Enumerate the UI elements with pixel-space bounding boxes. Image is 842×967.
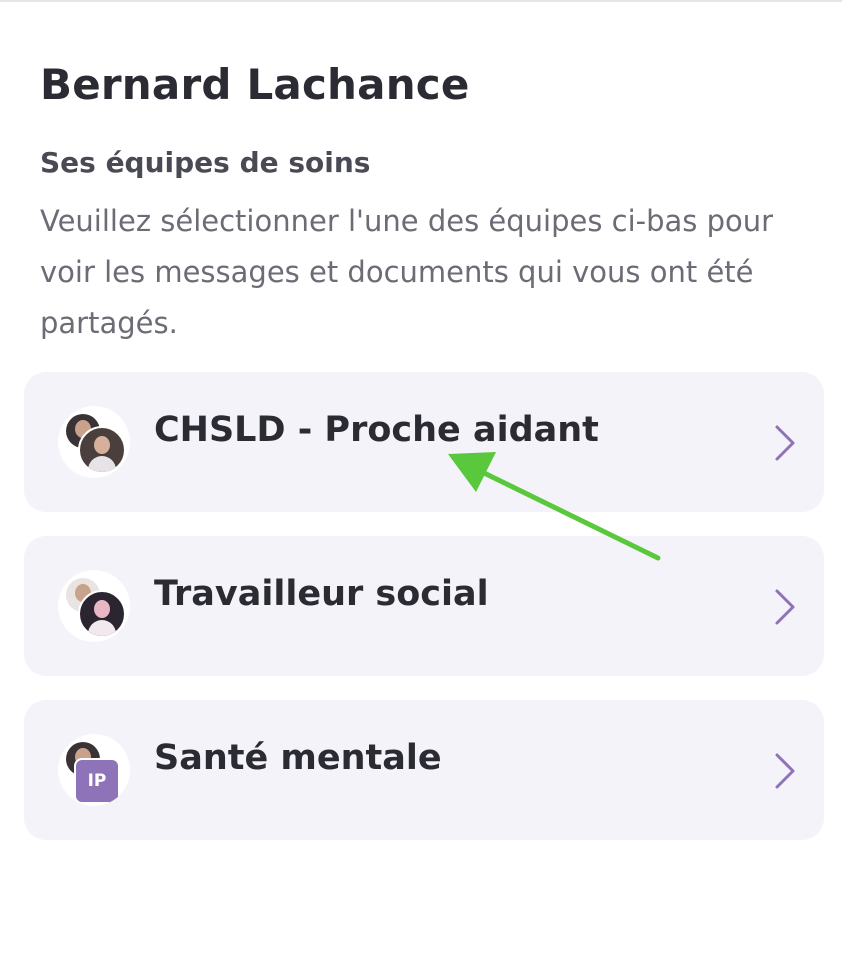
avatar-initials: IP [74,758,120,804]
section-description: Veuillez sélectionner l'une des équipes … [40,204,774,340]
avatar-group: IP [58,734,130,806]
avatar [78,426,126,474]
page-title: Bernard Lachance [40,60,470,109]
top-divider [0,0,842,2]
team-card-travailleur-social[interactable]: Travailleur social [24,536,824,676]
section-title: Ses équipes de soins [40,146,371,179]
team-card-sante-mentale[interactable]: IP Santé mentale [24,700,824,840]
team-name: Travailleur social [154,574,489,614]
chevron-right-icon [775,753,795,789]
avatar [78,590,126,638]
avatar-group [58,406,130,478]
team-name: CHSLD - Proche aidant [154,410,599,450]
team-name: Santé mentale [154,738,442,778]
avatar-group [58,570,130,642]
chevron-right-icon [775,589,795,625]
chevron-right-icon [775,425,795,461]
team-card-chsld-proche-aidant[interactable]: CHSLD - Proche aidant [24,372,824,512]
